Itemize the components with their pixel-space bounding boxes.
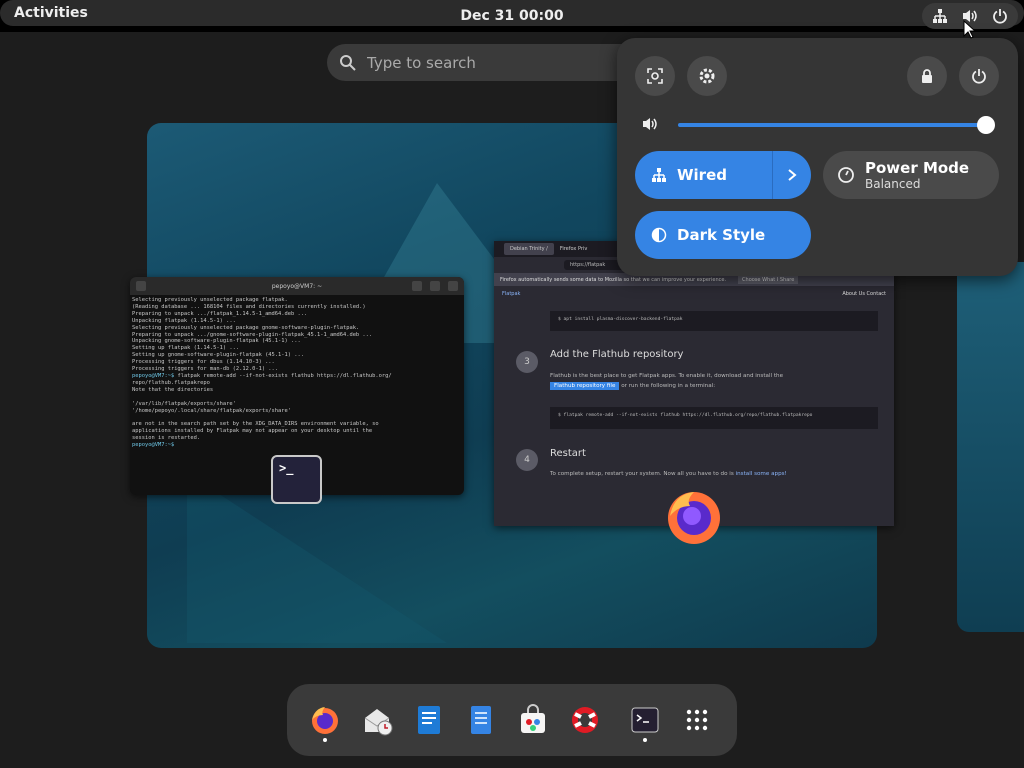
step-text: To complete setup, restart your system. … bbox=[550, 471, 787, 477]
lock-icon bbox=[922, 69, 932, 83]
terminal-line: (Reading database ... 168104 files and d… bbox=[132, 303, 366, 310]
terminal-line: '/var/lib/flatpak/exports/share' bbox=[132, 400, 236, 407]
clock[interactable]: Dec 31 00:00 bbox=[460, 8, 563, 24]
new-tab-icon bbox=[136, 281, 146, 291]
step-text: Flathub is the best place to get Flatpak… bbox=[550, 373, 784, 390]
terminal-header: pepoyo@VM7: ~ bbox=[130, 277, 464, 295]
power-mode-toggle[interactable]: Power Mode Balanced bbox=[823, 151, 999, 199]
terminal-line: Selecting previously unselected package … bbox=[132, 297, 288, 303]
terminal-output: Selecting previously unselected package … bbox=[132, 297, 392, 449]
terminal-line: Preparing to unpack .../gnome-software-p… bbox=[132, 331, 373, 338]
terminal-line: Processing triggers for man-db (2.12.0-1… bbox=[132, 366, 279, 373]
close-icon bbox=[448, 281, 458, 291]
step-title: Add the Flathub repository bbox=[550, 349, 684, 360]
screenshot-icon bbox=[647, 68, 663, 84]
evolution-dock-icon[interactable] bbox=[361, 704, 393, 736]
dark-style-label: Dark Style bbox=[677, 226, 766, 244]
power-profile-icon bbox=[838, 167, 854, 183]
volume-icon bbox=[643, 118, 657, 130]
search-icon bbox=[412, 281, 422, 291]
terminal-line: are not in the search path set by the XD… bbox=[132, 421, 379, 428]
terminal-title: pepoyo@VM7: ~ bbox=[271, 282, 323, 290]
network-wired-icon bbox=[933, 9, 948, 23]
writer-dock-icon[interactable] bbox=[413, 704, 445, 736]
dash bbox=[287, 684, 737, 756]
network-wired-icon bbox=[652, 168, 666, 182]
power-icon bbox=[992, 9, 1007, 24]
terminal-dock-icon[interactable] bbox=[629, 704, 661, 736]
top-bar: Activities Dec 31 00:00 bbox=[0, 0, 1024, 32]
wired-submenu-button[interactable] bbox=[772, 151, 811, 199]
settings-icon bbox=[699, 68, 715, 84]
terminal-line: Unpacking gnome-software-plugin-flatpak … bbox=[132, 338, 301, 345]
quick-settings-menu: Wired Power Mode Balanced Dark Style bbox=[617, 38, 1018, 276]
code-block: $ apt install plasma-discover-backend-fl… bbox=[550, 311, 878, 331]
code-block: $ flatpak remote-add --if-not-exists fla… bbox=[550, 407, 878, 429]
terminal-line: Setting up gnome-software-plugin-flatpak… bbox=[132, 352, 305, 359]
site-header: Flatpak About Us Contact bbox=[502, 291, 886, 297]
chevron-right-icon bbox=[788, 169, 797, 181]
volume-slider-handle[interactable] bbox=[977, 116, 995, 134]
terminal-line: Selecting previously unselected package … bbox=[132, 324, 360, 331]
software-dock-icon[interactable] bbox=[517, 704, 549, 736]
running-indicator bbox=[643, 738, 647, 742]
screenshot-button[interactable] bbox=[635, 56, 675, 96]
terminal-line: applications installed by Flatpak may no… bbox=[132, 428, 373, 435]
step-title: Restart bbox=[550, 448, 586, 459]
app-grid-icon bbox=[686, 709, 708, 731]
help-dock-icon[interactable] bbox=[569, 704, 601, 736]
search-input[interactable] bbox=[365, 52, 629, 73]
mouse-cursor bbox=[963, 20, 975, 39]
dark-style-toggle[interactable]: Dark Style bbox=[635, 211, 811, 259]
next-workspace-thumbnail[interactable] bbox=[957, 262, 1024, 632]
wired-toggle[interactable]: Wired bbox=[635, 151, 811, 199]
terminal-line: Processing triggers for dbus (1.14.10-3)… bbox=[132, 359, 275, 366]
terminal-line: Preparing to unpack .../flatpak_1.14.5-1… bbox=[132, 310, 308, 317]
wired-label: Wired bbox=[677, 166, 727, 184]
volume-slider[interactable] bbox=[678, 123, 985, 127]
lock-button[interactable] bbox=[907, 56, 947, 96]
running-indicator bbox=[323, 738, 327, 742]
terminal-line: session is restarted. bbox=[132, 435, 201, 442]
firefox-window-preview[interactable]: Debian Trinity / Firefox Priv https://fl… bbox=[494, 241, 894, 526]
terminal-app-icon: >_ bbox=[271, 455, 322, 504]
power-off-button[interactable] bbox=[959, 56, 999, 96]
menu-icon bbox=[430, 281, 440, 291]
terminal-line: Setting up flatpak (1.14.5-1) ... bbox=[132, 345, 240, 352]
step-number: 4 bbox=[516, 449, 538, 471]
dark-style-icon bbox=[651, 227, 667, 243]
power-mode-value: Balanced bbox=[865, 177, 921, 191]
power-mode-label: Power Mode bbox=[865, 159, 970, 177]
terminal-line: '/home/pepoyo/.local/share/flatpak/expor… bbox=[132, 407, 292, 414]
power-icon bbox=[972, 69, 986, 84]
terminal-line: Note that the directories bbox=[132, 386, 214, 393]
firefox-app-icon bbox=[668, 492, 720, 544]
search-icon bbox=[340, 54, 356, 71]
step-number: 3 bbox=[516, 351, 538, 373]
text-editor-dock-icon[interactable] bbox=[465, 704, 497, 736]
tab-debian: Debian Trinity / bbox=[504, 243, 554, 255]
search-bar[interactable] bbox=[327, 44, 667, 81]
app-grid-button[interactable] bbox=[681, 704, 713, 736]
firefox-dock-icon[interactable] bbox=[309, 704, 341, 736]
settings-button[interactable] bbox=[687, 56, 727, 96]
terminal-line: Unpacking flatpak (1.14.5-1) ... bbox=[132, 317, 236, 324]
tab-firefox-privacy: Firefox Priv bbox=[559, 246, 588, 252]
